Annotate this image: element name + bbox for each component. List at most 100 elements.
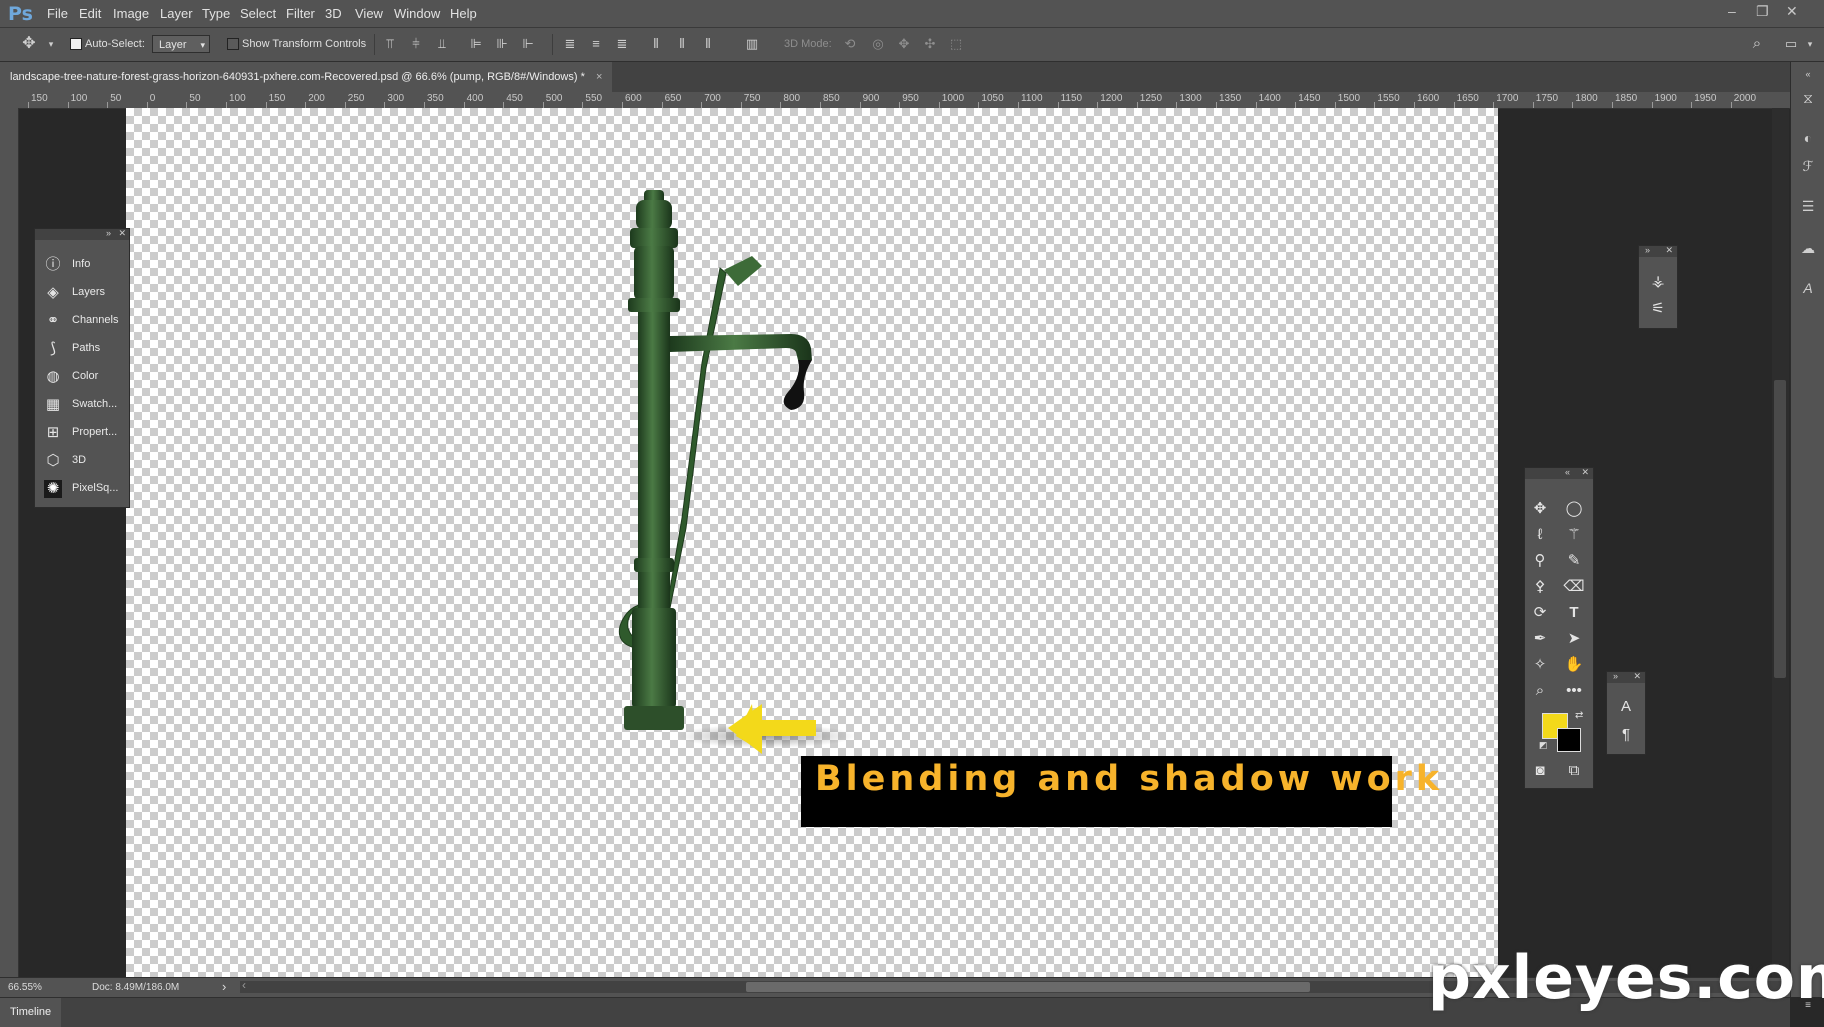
libraries-icon[interactable]: ☰ bbox=[1800, 198, 1816, 214]
move-tool-icon[interactable]: ✥ bbox=[21, 36, 37, 52]
close-panel-icon[interactable]: ✕ bbox=[1665, 245, 1673, 256]
align-left-icon[interactable]: ⊫ bbox=[468, 36, 484, 52]
brush-tool-icon[interactable]: ✎ bbox=[1563, 550, 1585, 572]
default-colors-icon[interactable]: ◩ bbox=[1539, 740, 1548, 751]
3d-roll-icon[interactable]: ◎ bbox=[870, 36, 886, 52]
creative-cloud-icon[interactable]: ☁ bbox=[1800, 240, 1816, 256]
auto-align-icon[interactable]: ▥ bbox=[744, 36, 760, 52]
search-icon[interactable]: ⌕ bbox=[1749, 36, 1765, 52]
zoom-tool-icon[interactable]: ⌕ bbox=[1529, 680, 1551, 702]
magic-wand-icon[interactable]: ⚚ bbox=[1563, 524, 1585, 546]
workspace-chevron-icon[interactable]: ▾ bbox=[1802, 36, 1818, 52]
distribute-left-icon[interactable]: ⦀ bbox=[648, 36, 664, 52]
elliptical-marquee-icon[interactable]: ◯ bbox=[1563, 498, 1585, 520]
brush-settings-icon[interactable]: ⚟ bbox=[1647, 298, 1669, 320]
panel-header[interactable]: » ✕ bbox=[1607, 671, 1645, 683]
3d-pan-icon[interactable]: ✥ bbox=[896, 36, 912, 52]
eyedropper-icon[interactable]: ⚲ bbox=[1529, 550, 1551, 572]
brush-icon[interactable]: ⚶ bbox=[1647, 271, 1669, 293]
distribute-vcenter-icon[interactable]: ≡ bbox=[588, 36, 604, 52]
character-icon[interactable]: A bbox=[1615, 696, 1637, 718]
clone-stamp-icon[interactable]: ⚴ bbox=[1529, 576, 1551, 598]
menu-select[interactable]: Select bbox=[240, 6, 276, 21]
zoom-level[interactable]: 66.55% bbox=[8, 982, 42, 993]
close-panel-icon[interactable]: ✕ bbox=[1633, 671, 1641, 682]
panel-pixelsquid[interactable]: ✺ PixelSq... bbox=[35, 475, 129, 503]
menu-file[interactable]: File bbox=[47, 6, 68, 21]
show-transform-checkbox[interactable] bbox=[227, 38, 239, 50]
workspace-icon[interactable]: ▭ bbox=[1783, 36, 1799, 52]
adjustments-icon[interactable]: ◐ bbox=[1800, 130, 1816, 146]
align-right-icon[interactable]: ⊩ bbox=[520, 36, 536, 52]
document-canvas[interactable] bbox=[126, 108, 1498, 977]
panel-3d[interactable]: ⬡ 3D bbox=[35, 447, 129, 475]
more-tools-icon[interactable]: ••• bbox=[1563, 680, 1585, 702]
auto-select-dropdown[interactable]: Layer ▾ bbox=[152, 35, 210, 53]
glyphs-icon[interactable]: A bbox=[1800, 280, 1816, 296]
collapse-tools-icon[interactable]: « bbox=[1565, 467, 1570, 477]
menu-image[interactable]: Image bbox=[113, 6, 149, 21]
tools-header[interactable]: « ✕ bbox=[1525, 467, 1593, 479]
menu-type[interactable]: Type bbox=[202, 6, 230, 21]
align-bottom-icon[interactable]: ⫫ bbox=[434, 36, 450, 52]
horizontal-scroll-thumb[interactable] bbox=[746, 982, 1310, 992]
restore-icon[interactable]: ❐ bbox=[1756, 3, 1769, 20]
distribute-bottom-icon[interactable]: ≣ bbox=[614, 36, 630, 52]
distribute-right-icon[interactable]: ⦀ bbox=[700, 36, 716, 52]
panel-properties[interactable]: ⊞ Propert... bbox=[35, 419, 129, 447]
swap-colors-icon[interactable]: ⇄ bbox=[1575, 710, 1583, 721]
type-tool-icon[interactable]: T bbox=[1563, 602, 1585, 624]
history-panel-icon[interactable]: ⧖ bbox=[1800, 90, 1816, 106]
distribute-hcenter-icon[interactable]: ⦀ bbox=[674, 36, 690, 52]
panel-channels[interactable]: ⚭ Channels bbox=[35, 307, 129, 335]
expand-panel-icon[interactable]: » bbox=[1613, 671, 1618, 681]
menu-layer[interactable]: Layer bbox=[160, 6, 193, 21]
collapse-strip-icon[interactable]: « bbox=[1800, 66, 1816, 82]
menu-view[interactable]: View bbox=[355, 6, 383, 21]
path-selection-icon[interactable]: ➤ bbox=[1563, 628, 1585, 650]
panel-swatches[interactable]: ▦ Swatch... bbox=[35, 391, 129, 419]
move-tool-icon[interactable]: ✥ bbox=[1529, 498, 1551, 520]
styles-icon[interactable]: ℱ bbox=[1800, 158, 1816, 174]
lasso-tool-icon[interactable]: ℓ bbox=[1529, 524, 1551, 546]
expand-panels-icon[interactable]: » bbox=[106, 228, 111, 238]
screen-mode-icon[interactable]: ⧉ bbox=[1563, 760, 1585, 782]
3d-slide-icon[interactable]: ✣ bbox=[922, 36, 938, 52]
auto-select-checkbox[interactable] bbox=[70, 38, 82, 50]
status-menu-arrow-icon[interactable]: › bbox=[222, 979, 226, 994]
dock-header[interactable]: » ✕ bbox=[35, 228, 129, 240]
panel-layers[interactable]: ◈ Layers bbox=[35, 279, 129, 307]
menu-help[interactable]: Help bbox=[450, 6, 477, 21]
expand-panel-icon[interactable]: » bbox=[1645, 245, 1650, 255]
menu-filter[interactable]: Filter bbox=[286, 6, 315, 21]
close-dock-icon[interactable]: ✕ bbox=[118, 228, 126, 239]
close-window-icon[interactable]: ✕ bbox=[1786, 3, 1798, 20]
timeline-tab[interactable]: Timeline bbox=[0, 998, 62, 1027]
panel-header[interactable]: » ✕ bbox=[1639, 245, 1677, 257]
distribute-top-icon[interactable]: ≣ bbox=[562, 36, 578, 52]
hand-tool-icon[interactable]: ✋ bbox=[1563, 654, 1585, 676]
align-top-icon[interactable]: ⫪ bbox=[382, 36, 398, 52]
close-tools-icon[interactable]: ✕ bbox=[1581, 467, 1589, 478]
panel-paths[interactable]: ⟆ Paths bbox=[35, 335, 129, 363]
vertical-scroll-thumb[interactable] bbox=[1774, 380, 1786, 678]
panel-info[interactable]: ⓘ Info bbox=[35, 251, 129, 279]
pen-tool-icon[interactable]: ✒ bbox=[1529, 628, 1551, 650]
document-tab[interactable]: landscape-tree-nature-forest-grass-horiz… bbox=[0, 62, 613, 92]
panel-color[interactable]: ◍ Color bbox=[35, 363, 129, 391]
history-brush-icon[interactable]: ⟳ bbox=[1529, 602, 1551, 624]
paragraph-icon[interactable]: ¶ bbox=[1615, 724, 1637, 746]
background-color-swatch[interactable] bbox=[1557, 728, 1581, 752]
scroll-left-icon[interactable]: ‹ bbox=[242, 978, 246, 992]
custom-shape-icon[interactable]: ✧ bbox=[1529, 654, 1551, 676]
tool-preset-chevron-icon[interactable]: ▾ bbox=[43, 36, 59, 52]
menu-3d[interactable]: 3D bbox=[325, 6, 342, 21]
3d-orbit-icon[interactable]: ⟲ bbox=[842, 36, 858, 52]
3d-scale-icon[interactable]: ⬚ bbox=[948, 36, 964, 52]
minimize-icon[interactable]: – bbox=[1728, 3, 1736, 19]
quick-mask-icon[interactable]: ◙ bbox=[1529, 760, 1551, 782]
align-hcenter-icon[interactable]: ⊪ bbox=[494, 36, 510, 52]
menu-edit[interactable]: Edit bbox=[79, 6, 101, 21]
eraser-icon[interactable]: ⌫ bbox=[1563, 576, 1585, 598]
align-vcenter-icon[interactable]: ⫩ bbox=[408, 36, 424, 52]
